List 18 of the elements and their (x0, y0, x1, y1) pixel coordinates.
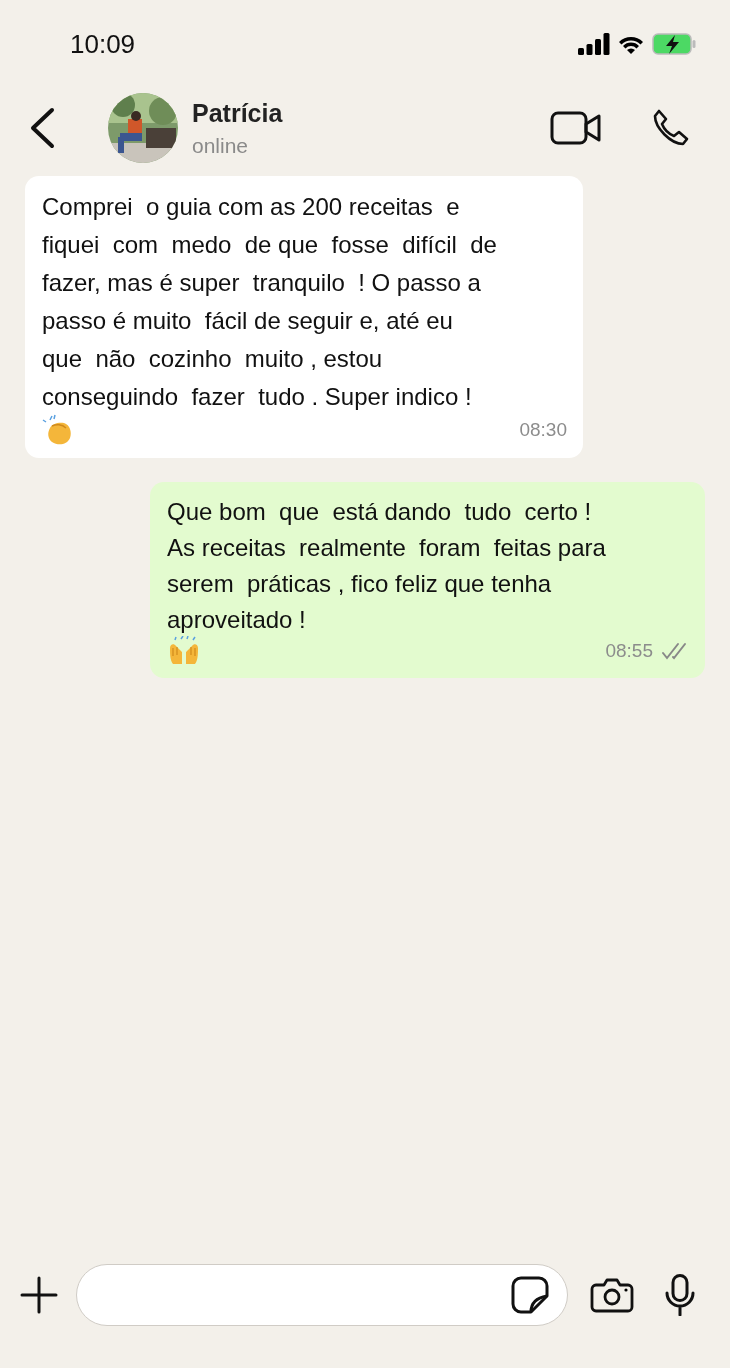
sticker-icon[interactable] (511, 1276, 549, 1314)
camera-icon[interactable] (590, 1277, 634, 1313)
plus-icon[interactable] (20, 1276, 58, 1314)
signal-icon (578, 33, 610, 55)
contact-status: online (192, 133, 250, 158)
microphone-icon[interactable] (664, 1274, 696, 1316)
battery-icon (652, 33, 696, 55)
clock-time: 10:09 (70, 28, 136, 60)
double-check-icon (661, 642, 689, 660)
raised-hands-icon (167, 636, 201, 666)
contact-name: Patrícia (192, 98, 284, 128)
message-time: 08:30 (519, 418, 567, 442)
message-text: Que bom que está dando tudo certo ! As receitas realmente foram feitas para serem práticas , fico feliz que tenha aproveitado ! (167, 497, 607, 635)
wifi-icon (618, 34, 644, 54)
back-icon[interactable] (28, 107, 56, 149)
message-time: 08:55 (605, 639, 653, 663)
message-text: Comprei o guia com as 200 receitas e fiquei com medo de que fosse difícil de fazer, mas é super tranquilo ! O passo a passo é muito fácil de seguir e, até eu que não cozinho muito , estou conseguindo fazer tudo . Super indico ! (42, 192, 498, 412)
video-call-icon[interactable] (550, 111, 602, 145)
